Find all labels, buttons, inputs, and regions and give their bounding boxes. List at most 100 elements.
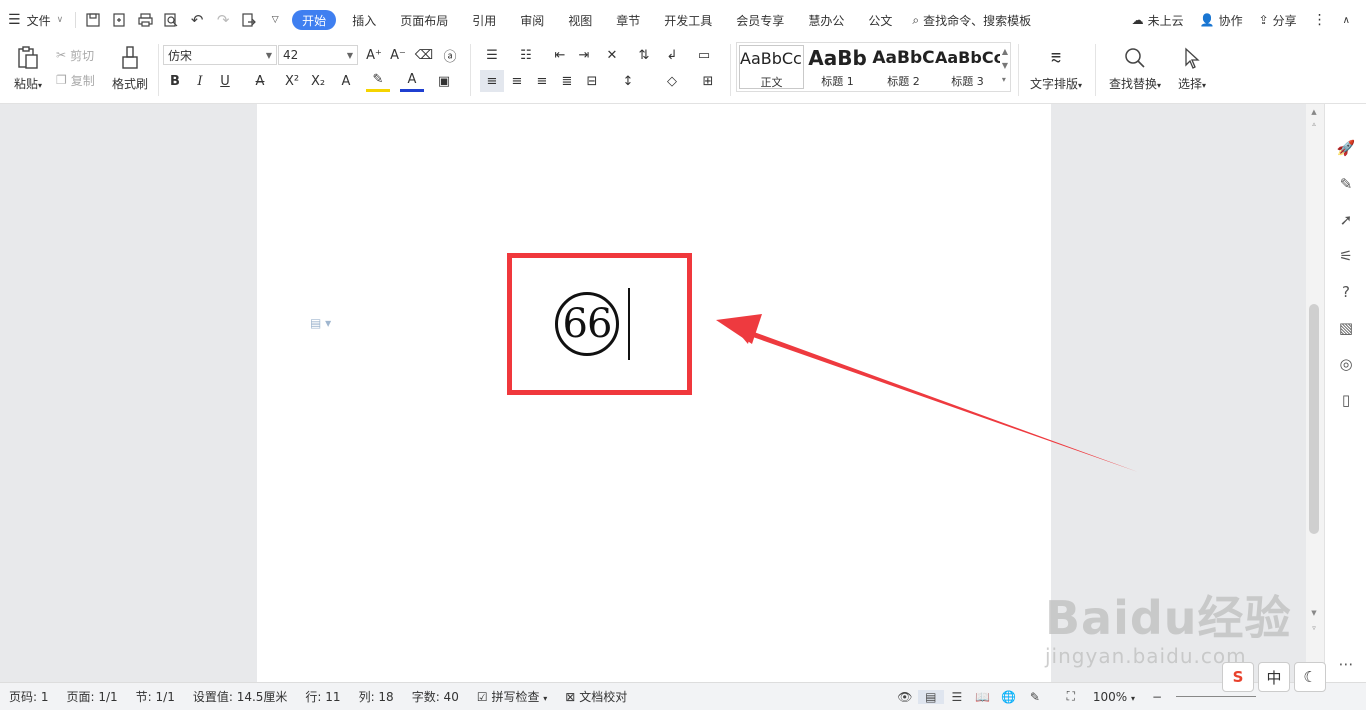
text-effect-icon[interactable]: A	[334, 70, 358, 92]
collapse-ribbon-icon[interactable]: ∧	[1335, 8, 1358, 32]
format-icon[interactable]	[236, 8, 262, 32]
font-size-select[interactable]: 42 ▼	[278, 45, 358, 65]
outline-view-icon[interactable]: ☰	[944, 690, 970, 704]
shading-icon[interactable]: ◇	[660, 70, 684, 92]
circled-number[interactable]: 66	[555, 292, 619, 356]
char-border-icon[interactable]: ▣	[432, 70, 456, 92]
column-number[interactable]: 列: 18	[350, 688, 403, 705]
format-painter-button[interactable]: 格式刷	[108, 44, 152, 92]
paragraph-menu-icon[interactable]: ▤ ▾	[310, 316, 331, 330]
print-icon[interactable]	[132, 8, 158, 32]
justify-icon[interactable]: ≣	[555, 70, 579, 92]
tab-view[interactable]: 视图	[556, 8, 604, 32]
copy-button[interactable]: ❐ 复制	[56, 70, 95, 90]
tab-developer[interactable]: 开发工具	[652, 8, 724, 32]
tab-smart-office[interactable]: 慧办公	[796, 8, 856, 32]
redo-icon[interactable]: ↷	[210, 8, 236, 32]
style-heading-1[interactable]: AaBb 标题 1	[805, 45, 870, 89]
reading-view-icon[interactable]: 📖	[970, 690, 996, 704]
numbering-icon[interactable]: ☷	[514, 44, 538, 66]
italic-icon[interactable]: I	[188, 70, 212, 92]
ime-mode-button[interactable]: 中	[1258, 662, 1290, 692]
share-button[interactable]: ⇪ 分享	[1251, 8, 1305, 32]
cut-button[interactable]: ✂ 剪切	[56, 45, 94, 65]
bulb-icon[interactable]: ◎	[1334, 352, 1358, 376]
font-name-select[interactable]: 仿宋 ▼	[163, 45, 277, 65]
tab-page-layout[interactable]: 页面布局	[388, 8, 460, 32]
doc-proof-button[interactable]: ⊠ 文档校对	[556, 688, 636, 705]
chinese-layout-icon[interactable]: ✕	[600, 44, 624, 66]
setting-value[interactable]: 设置值: 14.5厘米	[184, 688, 297, 705]
spell-check-button[interactable]: ☑ 拼写检查 ▾	[468, 688, 556, 705]
section-number[interactable]: 节: 1/1	[127, 688, 184, 705]
zoom-out-icon[interactable]: −	[1144, 690, 1170, 704]
fit-page-icon[interactable]: ⛶	[1058, 689, 1084, 704]
clear-format-icon[interactable]: ⌫	[412, 44, 436, 66]
zoom-slider[interactable]	[1176, 696, 1256, 697]
tab-member[interactable]: 会员专享	[724, 8, 796, 32]
style-heading-2[interactable]: AaBbC 标题 2	[871, 45, 936, 89]
save-icon[interactable]	[80, 8, 106, 32]
write-view-icon[interactable]: ✎	[1022, 690, 1048, 704]
phonetic-guide-icon[interactable]: ⓐ	[438, 44, 462, 66]
collaborate-button[interactable]: 👤 协作	[1192, 8, 1251, 32]
page-number[interactable]: 页码: 1	[0, 688, 58, 705]
show-marks-icon[interactable]: ↲	[660, 44, 684, 66]
distribute-icon[interactable]: ⊟	[580, 70, 604, 92]
align-right-icon[interactable]: ≡	[530, 70, 554, 92]
word-count[interactable]: 字数: 40	[403, 688, 468, 705]
pen-icon[interactable]: ✎	[1334, 172, 1358, 196]
tab-review[interactable]: 审阅	[508, 8, 556, 32]
more-menu-icon[interactable]: ⋮	[1305, 8, 1335, 32]
scroll-page-up-icon[interactable]: ▵	[1309, 120, 1319, 130]
align-left-icon[interactable]: ≡	[480, 70, 504, 92]
tab-insert[interactable]: 插入	[340, 8, 388, 32]
style-heading-3[interactable]: AaBbCcI 标题 3	[935, 45, 1000, 89]
more-icon[interactable]: ⋯	[1334, 652, 1358, 676]
shrink-font-icon[interactable]: A⁻	[386, 44, 410, 66]
strikethrough-icon[interactable]: A	[248, 70, 272, 92]
sort-icon[interactable]: ⇅	[632, 44, 656, 66]
scroll-page-down-icon[interactable]: ▿	[1309, 624, 1319, 634]
adjust-icon[interactable]: ⚟	[1334, 244, 1358, 268]
page-view-icon[interactable]: ▤	[917, 689, 944, 704]
page-count[interactable]: 页面: 1/1	[58, 688, 127, 705]
vertical-scrollbar[interactable]: ▲ ▵ ▼ ▿	[1306, 104, 1324, 682]
line-spacing-icon[interactable]: ↕	[616, 70, 640, 92]
select-button[interactable]: 选择▾	[1170, 44, 1214, 92]
tab-home[interactable]: 开始	[292, 10, 337, 30]
ruler-icon[interactable]: ▭	[692, 44, 716, 66]
tab-references[interactable]: 引用	[460, 8, 508, 32]
tab-section[interactable]: 章节	[604, 8, 652, 32]
borders-icon[interactable]: ⊞	[696, 70, 720, 92]
tab-official-doc[interactable]: 公文	[856, 8, 904, 32]
command-search[interactable]: ⌕ 查找命令、搜索模板	[904, 8, 1039, 32]
cloud-status-button[interactable]: ☁ 未上云	[1124, 8, 1192, 32]
print-preview-icon[interactable]	[158, 8, 184, 32]
file-menu[interactable]: ☰ 文件 ∨	[0, 8, 71, 32]
web-view-icon[interactable]: 🌐	[996, 690, 1022, 704]
font-color-icon[interactable]: A	[400, 70, 424, 92]
customize-quick-access-icon[interactable]: ▽	[262, 8, 288, 32]
superscript-icon[interactable]: X²	[280, 70, 304, 92]
scrollbar-thumb[interactable]	[1309, 304, 1319, 534]
find-replace-button[interactable]: 查找替换▾	[1104, 44, 1166, 92]
text-layout-button[interactable]: ⩳ 文字排版▾	[1025, 44, 1087, 92]
paste-button[interactable]: 粘贴▾	[8, 44, 48, 92]
bullets-icon[interactable]: ☰	[480, 44, 504, 66]
subscript-icon[interactable]: X₂	[306, 70, 330, 92]
book-icon[interactable]: ▯	[1334, 388, 1358, 412]
increase-indent-icon[interactable]: ⇥	[572, 44, 596, 66]
help-icon[interactable]: ?	[1334, 280, 1358, 304]
moon-icon[interactable]: ☾	[1294, 662, 1326, 692]
scroll-down-icon[interactable]: ▼	[1309, 609, 1319, 619]
rocket-icon[interactable]: 🚀	[1334, 136, 1358, 160]
export-pdf-icon[interactable]	[106, 8, 132, 32]
align-center-icon[interactable]: ≡	[505, 70, 529, 92]
decrease-indent-icon[interactable]: ⇤	[548, 44, 572, 66]
underline-icon[interactable]: U	[213, 70, 237, 92]
zoom-level[interactable]: 100% ▾	[1084, 690, 1144, 704]
row-number[interactable]: 行: 11	[296, 688, 349, 705]
eye-protection-icon[interactable]: 👁	[892, 690, 918, 704]
bold-icon[interactable]: B	[163, 70, 187, 92]
